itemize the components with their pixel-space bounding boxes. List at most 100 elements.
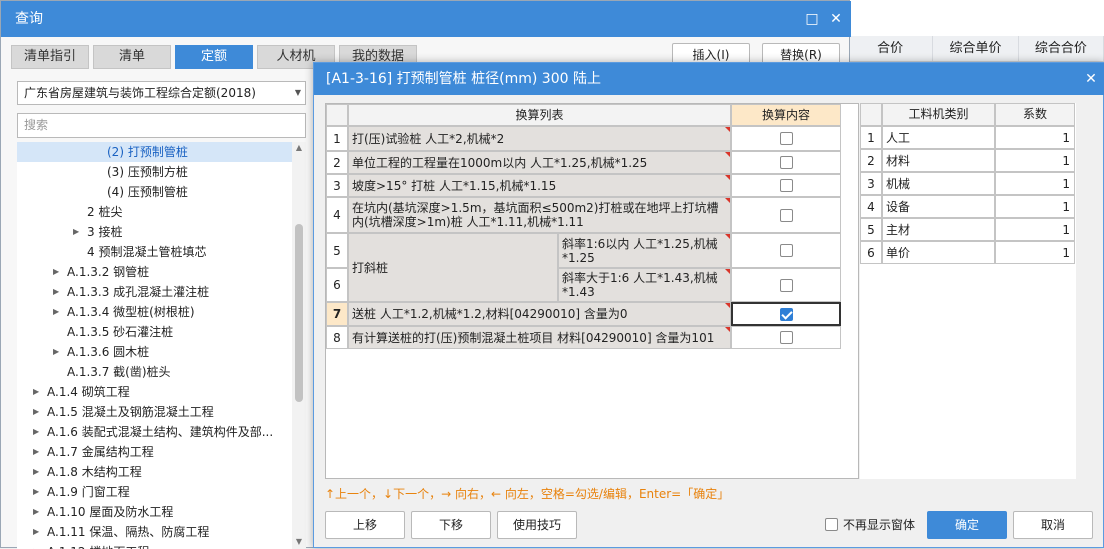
conversion-item[interactable]: 斜率1:6以内 人工*1.25,机械*1.25: [558, 233, 731, 268]
coefficient-table: 工料机类别 系数 1 人工 1 2 材料 1 3 机械 1 4 设备 1 5 主材 1 6 单价 1: [860, 103, 1076, 479]
conversion-item[interactable]: 在坑内(基坑深度>1.5m，基坑面积≤500m2)打桩或在地坪上打坑槽内(坑槽深…: [348, 197, 731, 233]
tree-item[interactable]: 2 桩尖: [17, 202, 292, 222]
tree-item[interactable]: ▶ A.1.11 保温、隔热、防腐工程: [17, 522, 292, 542]
conversion-checkbox[interactable]: [779, 208, 793, 222]
conversion-checkbox[interactable]: [779, 156, 793, 169]
coefficient-cell[interactable]: 1: [995, 195, 1075, 218]
conversion-check-cell[interactable]: [731, 197, 841, 233]
row-number: 8: [326, 326, 348, 349]
tree-item[interactable]: ▶ A.1.3.2 钢管桩: [17, 262, 292, 282]
expand-arrow-icon[interactable]: ▶: [33, 482, 39, 502]
conversion-checkbox[interactable]: [779, 179, 793, 192]
search-input[interactable]: 搜索: [17, 113, 306, 138]
tree-item[interactable]: ▶ A.1.8 木结构工程: [17, 462, 292, 482]
expand-arrow-icon[interactable]: ▶: [53, 282, 59, 302]
conversion-checkbox[interactable]: [779, 307, 793, 321]
expand-arrow-icon[interactable]: ▶: [33, 502, 39, 522]
expand-arrow-icon[interactable]: ▶: [33, 442, 39, 462]
conversion-check-cell[interactable]: [731, 233, 841, 268]
tree-item-label: A.1.4 砌筑工程: [47, 385, 130, 399]
tab-list-guide[interactable]: 清单指引: [11, 45, 89, 69]
tree-item[interactable]: ▶ A.1.5 混凝土及钢筋混凝土工程: [17, 402, 292, 422]
tree-item[interactable]: ▶ A.1.3.6 圆木桩: [17, 342, 292, 362]
conversion-item[interactable]: 有计算送桩的打(压)预制混凝土桩项目 材料[04290010] 含量为101: [348, 326, 731, 349]
expand-arrow-icon[interactable]: ▶: [33, 422, 39, 442]
tree-item[interactable]: ▶ A.1.3.3 成孔混凝土灌注桩: [17, 282, 292, 302]
expand-arrow-icon[interactable]: ▶: [53, 262, 59, 282]
category-cell: 人工: [882, 126, 995, 149]
move-down-button[interactable]: 下移: [411, 511, 491, 539]
row-number: 2: [326, 151, 348, 174]
coefficient-cell[interactable]: 1: [995, 218, 1075, 241]
expand-arrow-icon[interactable]: ▶: [53, 302, 59, 322]
tree-item[interactable]: ▶ A.1.7 金属结构工程: [17, 442, 292, 462]
row-number-header: [860, 103, 882, 126]
tree-item[interactable]: A.1.3.7 截(凿)桩头: [17, 362, 292, 382]
scroll-down-icon[interactable]: ▼: [294, 537, 304, 547]
tree-item[interactable]: ▶ A.1.9 门窗工程: [17, 482, 292, 502]
tree-item[interactable]: ▶ 3 接桩: [17, 222, 292, 242]
tree-item-label: A.1.3.7 截(凿)桩头: [67, 365, 171, 379]
coefficient-cell[interactable]: 1: [995, 172, 1075, 195]
conversion-check-cell[interactable]: [731, 302, 841, 326]
expand-arrow-icon[interactable]: ▶: [33, 382, 39, 402]
tree-item[interactable]: 4 预制混凝土管桩填芯: [17, 242, 292, 262]
expand-arrow-icon[interactable]: ▶: [73, 222, 79, 242]
tree-item[interactable]: (2) 打预制管桩: [17, 142, 292, 162]
close-icon[interactable]: ✕: [823, 1, 849, 37]
conversion-check-cell[interactable]: [731, 268, 841, 302]
row-number: 3: [860, 172, 882, 195]
tree-item[interactable]: ▶ A.1.3.4 微型桩(树根桩): [17, 302, 292, 322]
conversion-item[interactable]: 单位工程的工程量在1000m以内 人工*1.25,机械*1.25: [348, 151, 731, 174]
comment-marker-icon: [725, 152, 730, 157]
coefficient-cell[interactable]: 1: [995, 241, 1075, 264]
conversion-checkbox[interactable]: [779, 244, 793, 257]
tree-item[interactable]: ▶ A.1.4 砌筑工程: [17, 382, 292, 402]
conversion-item[interactable]: 打(压)试验桩 人工*2,机械*2: [348, 126, 731, 151]
conversion-check-cell[interactable]: [731, 126, 841, 151]
tree-item-label: A.1.8 木结构工程: [47, 465, 142, 479]
scroll-up-icon[interactable]: ▲: [294, 143, 304, 153]
maximize-icon[interactable]: □: [799, 1, 825, 37]
conversion-checkbox[interactable]: [779, 132, 793, 145]
keyboard-hint: ↑上一个，↓下一个，→ 向右，← 向左，空格=勾选/编辑，Enter=「确定」: [325, 487, 730, 501]
tree-item[interactable]: ▶ A.1.6 装配式混凝土结构、建筑构件及部...: [17, 422, 292, 442]
dialog-close-icon[interactable]: ✕: [1077, 63, 1104, 95]
conversion-item[interactable]: 送桩 人工*1.2,机械*1.2,材料[04290010] 含量为0: [348, 302, 731, 326]
category-cell: 机械: [882, 172, 995, 195]
row-number: 4: [860, 195, 882, 218]
query-title: 查询: [1, 1, 851, 37]
tree-item[interactable]: (3) 压预制方桩: [17, 162, 292, 182]
tree-scroll-thumb[interactable]: [295, 224, 303, 402]
conversion-check-cell[interactable]: [731, 326, 841, 349]
comment-marker-icon: [725, 234, 730, 239]
row-number: 1: [860, 126, 882, 149]
tree-item-label: 2 桩尖: [87, 205, 123, 219]
cancel-button[interactable]: 取消: [1013, 511, 1093, 539]
chevron-down-icon[interactable]: ▼: [291, 81, 305, 105]
conversion-item[interactable]: 斜率大于1:6 人工*1.43,机械*1.43: [558, 268, 731, 302]
tab-quota[interactable]: 定额: [175, 45, 253, 69]
expand-arrow-icon[interactable]: ▶: [33, 522, 39, 542]
coefficient-cell[interactable]: 1: [995, 126, 1075, 149]
tab-list[interactable]: 清单: [93, 45, 171, 69]
no-show-checkbox[interactable]: [825, 518, 838, 531]
expand-arrow-icon[interactable]: ▶: [33, 462, 39, 482]
comment-marker-icon: [725, 127, 730, 132]
expand-arrow-icon[interactable]: ▶: [53, 342, 59, 362]
coefficient-cell[interactable]: 1: [995, 149, 1075, 172]
tree-item[interactable]: A.1.3.5 砂石灌注桩: [17, 322, 292, 342]
usage-tips-button[interactable]: 使用技巧: [497, 511, 577, 539]
conversion-check-cell[interactable]: [731, 151, 841, 174]
conversion-checkbox[interactable]: [779, 278, 793, 292]
conversion-item[interactable]: 坡度>15° 打桩 人工*1.15,机械*1.15: [348, 174, 731, 197]
tree-item-label: A.1.3.3 成孔混凝土灌注桩: [67, 285, 210, 299]
ok-button[interactable]: 确定: [927, 511, 1007, 539]
conversion-check-cell[interactable]: [731, 174, 841, 197]
move-up-button[interactable]: 上移: [325, 511, 405, 539]
conversion-checkbox[interactable]: [779, 331, 793, 344]
expand-arrow-icon[interactable]: ▶: [33, 402, 39, 422]
quota-library-select[interactable]: 广东省房屋建筑与装饰工程综合定额(2018): [17, 81, 306, 105]
tree-item[interactable]: ▶ A.1.10 屋面及防水工程: [17, 502, 292, 522]
tree-item[interactable]: (4) 压预制管桩: [17, 182, 292, 202]
